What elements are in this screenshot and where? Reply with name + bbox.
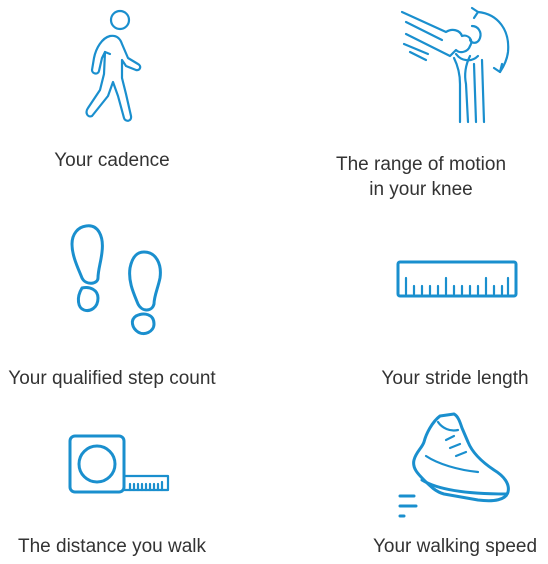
walking-person-icon — [80, 8, 144, 126]
tape-measure-icon — [66, 432, 172, 496]
knee-joint-icon — [398, 4, 514, 124]
item-label: Your stride length — [381, 368, 529, 389]
item-label: The range of motion in your knee — [335, 154, 507, 200]
item-label: Your qualified step count — [8, 368, 216, 389]
running-shoe-icon — [398, 412, 514, 518]
item-label: Your cadence — [54, 150, 170, 171]
footprints-icon — [66, 222, 168, 336]
ruler-icon — [396, 260, 518, 298]
item-label: Your walking speed — [372, 536, 538, 557]
item-label: The distance you walk — [18, 536, 206, 557]
